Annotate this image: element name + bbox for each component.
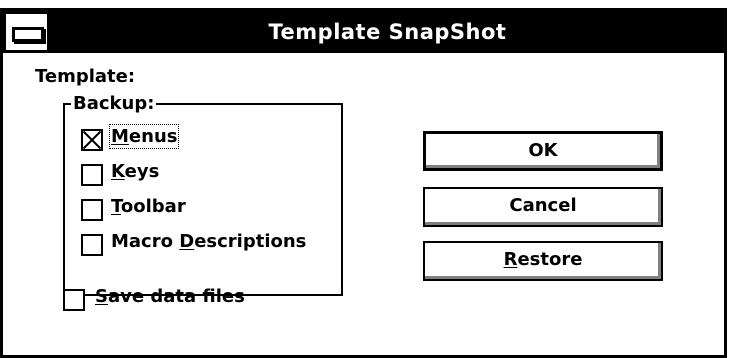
- ok-button[interactable]: OK: [423, 131, 663, 171]
- save-data-files-label[interactable]: Save data files: [95, 286, 245, 307]
- keys-label-rest: eys: [124, 161, 160, 182]
- cancel-label: Cancel: [509, 195, 577, 216]
- save-data-files-checkbox[interactable]: [63, 289, 85, 311]
- menus-checkbox[interactable]: [81, 129, 103, 151]
- restore-label-rest: estore: [517, 249, 583, 270]
- macro-label-rest: escriptions: [194, 231, 307, 252]
- ok-label: OK: [528, 140, 558, 161]
- menus-label-accel: M: [111, 126, 129, 147]
- keys-checkbox[interactable]: [81, 164, 103, 186]
- template-label: Template:: [35, 66, 136, 87]
- menus-label-rest: enus: [128, 126, 178, 147]
- system-menu-button[interactable]: [6, 14, 50, 50]
- toolbar-checkbox[interactable]: [81, 199, 103, 221]
- cancel-button[interactable]: Cancel: [423, 187, 663, 227]
- toolbar-checkbox-label[interactable]: Toolbar: [111, 196, 186, 217]
- system-menu-icon: [12, 27, 44, 42]
- save-label-accel: S: [95, 286, 108, 307]
- keys-checkbox-label[interactable]: Keys: [111, 161, 159, 182]
- macro-label-accel: D: [179, 231, 195, 252]
- template-snapshot-dialog: Template SnapShot Template: Backup: Menu…: [0, 8, 727, 358]
- toolbar-label-rest: oolbar: [120, 196, 186, 217]
- restore-label-accel: R: [503, 249, 518, 270]
- backup-groupbox: [63, 103, 343, 296]
- save-label-rest: ave data files: [107, 286, 245, 307]
- backup-group-label: Backup:: [71, 93, 157, 114]
- keys-label-accel: K: [111, 161, 125, 182]
- background-strip: [0, 0, 734, 8]
- macro-descriptions-checkbox[interactable]: [81, 234, 103, 256]
- macro-label-prefix: Macro: [111, 231, 180, 252]
- restore-button[interactable]: Restore: [423, 241, 663, 281]
- toolbar-label-accel: T: [111, 196, 121, 217]
- window-title: Template SnapShot: [268, 20, 507, 44]
- macro-descriptions-checkbox-label[interactable]: Macro Descriptions: [111, 231, 306, 252]
- menus-checkbox-label[interactable]: Menus: [108, 124, 180, 149]
- title-bar: Template SnapShot: [3, 11, 724, 53]
